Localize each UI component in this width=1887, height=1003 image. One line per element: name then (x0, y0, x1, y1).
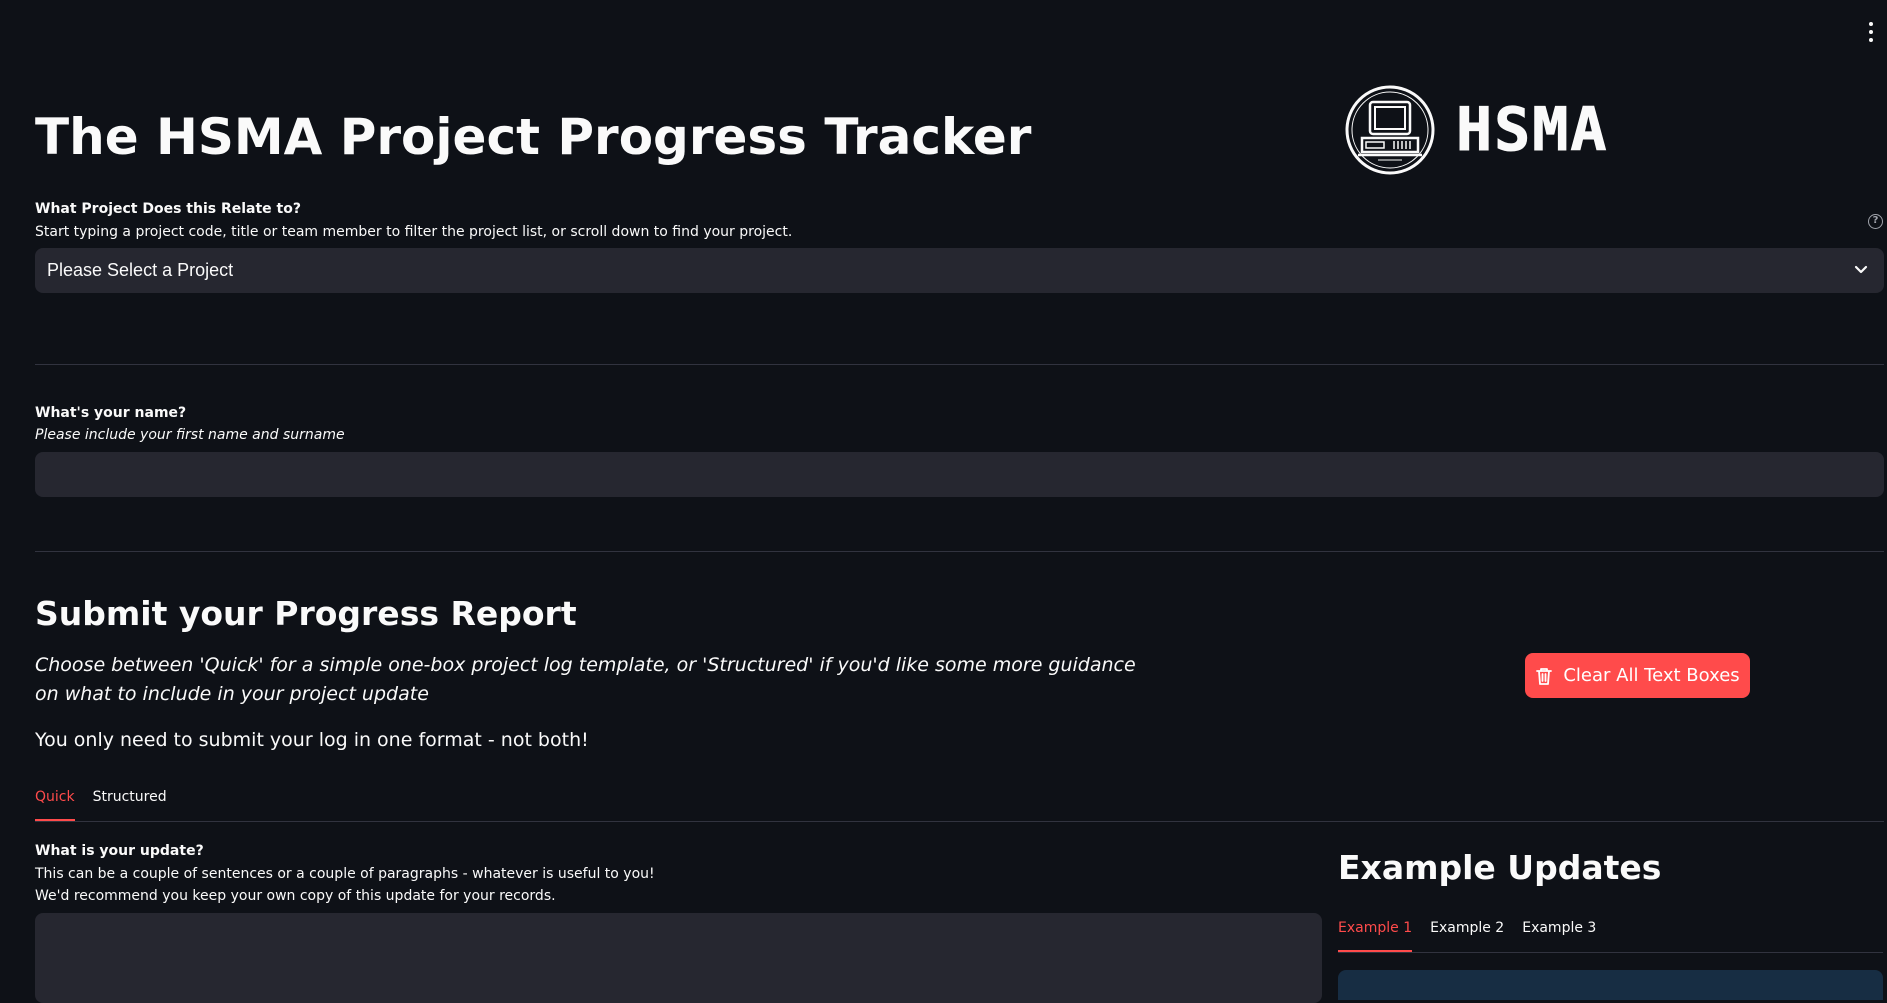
progress-report-title: Submit your Progress Report (35, 594, 577, 633)
tab-underline (35, 821, 1884, 822)
divider (35, 364, 1884, 365)
tab-structured[interactable]: Structured (93, 789, 167, 821)
progress-report-intro: Choose between 'Quick' for a simple one-… (35, 654, 1136, 705)
tab-example-1[interactable]: Example 1 (1338, 920, 1413, 952)
update-field-help-1: This can be a couple of sentences or a c… (35, 866, 655, 882)
tab-example-2[interactable]: Example 2 (1430, 920, 1504, 952)
example-tabs: Example 1 Example 2 Example 3 (1338, 920, 1614, 952)
computer-logo-icon (1345, 85, 1435, 175)
update-field-help-2: We'd recommend you keep your own copy of… (35, 888, 556, 904)
example-tab-underline (1338, 952, 1883, 953)
page-title: The HSMA Project Progress Tracker (35, 108, 1032, 166)
clear-all-button[interactable]: Clear All Text Boxes (1525, 653, 1750, 698)
name-field-help: Please include your first name and surna… (35, 427, 345, 443)
project-select-value: Please Select a Project (47, 260, 234, 280)
example-content-box (1338, 970, 1883, 1000)
tab-quick[interactable]: Quick (35, 789, 75, 821)
tab-example-3[interactable]: Example 3 (1522, 920, 1596, 952)
main-menu-icon[interactable] (1867, 22, 1875, 42)
chevron-down-icon (1854, 265, 1868, 274)
name-input[interactable] (35, 452, 1884, 497)
name-field-label: What's your name? (35, 405, 187, 421)
trash-icon (1536, 667, 1553, 685)
report-format-tabs: Quick Structured (35, 789, 185, 821)
project-select-label: What Project Does this Relate to? (35, 201, 301, 217)
example-updates-title: Example Updates (1338, 848, 1662, 887)
project-select[interactable]: Please Select a Project (35, 248, 1884, 293)
progress-report-note: You only need to submit your log in one … (35, 729, 589, 751)
clear-all-label: Clear All Text Boxes (1563, 665, 1740, 686)
hsma-logo: HSMA (1344, 84, 1609, 176)
update-textarea[interactable] (35, 913, 1322, 1003)
divider (35, 551, 1884, 552)
help-icon[interactable]: ? (1868, 214, 1883, 229)
project-select-help: Start typing a project code, title or te… (35, 224, 793, 240)
logo-text: HSMA (1456, 95, 1609, 166)
update-field-label: What is your update? (35, 843, 204, 859)
